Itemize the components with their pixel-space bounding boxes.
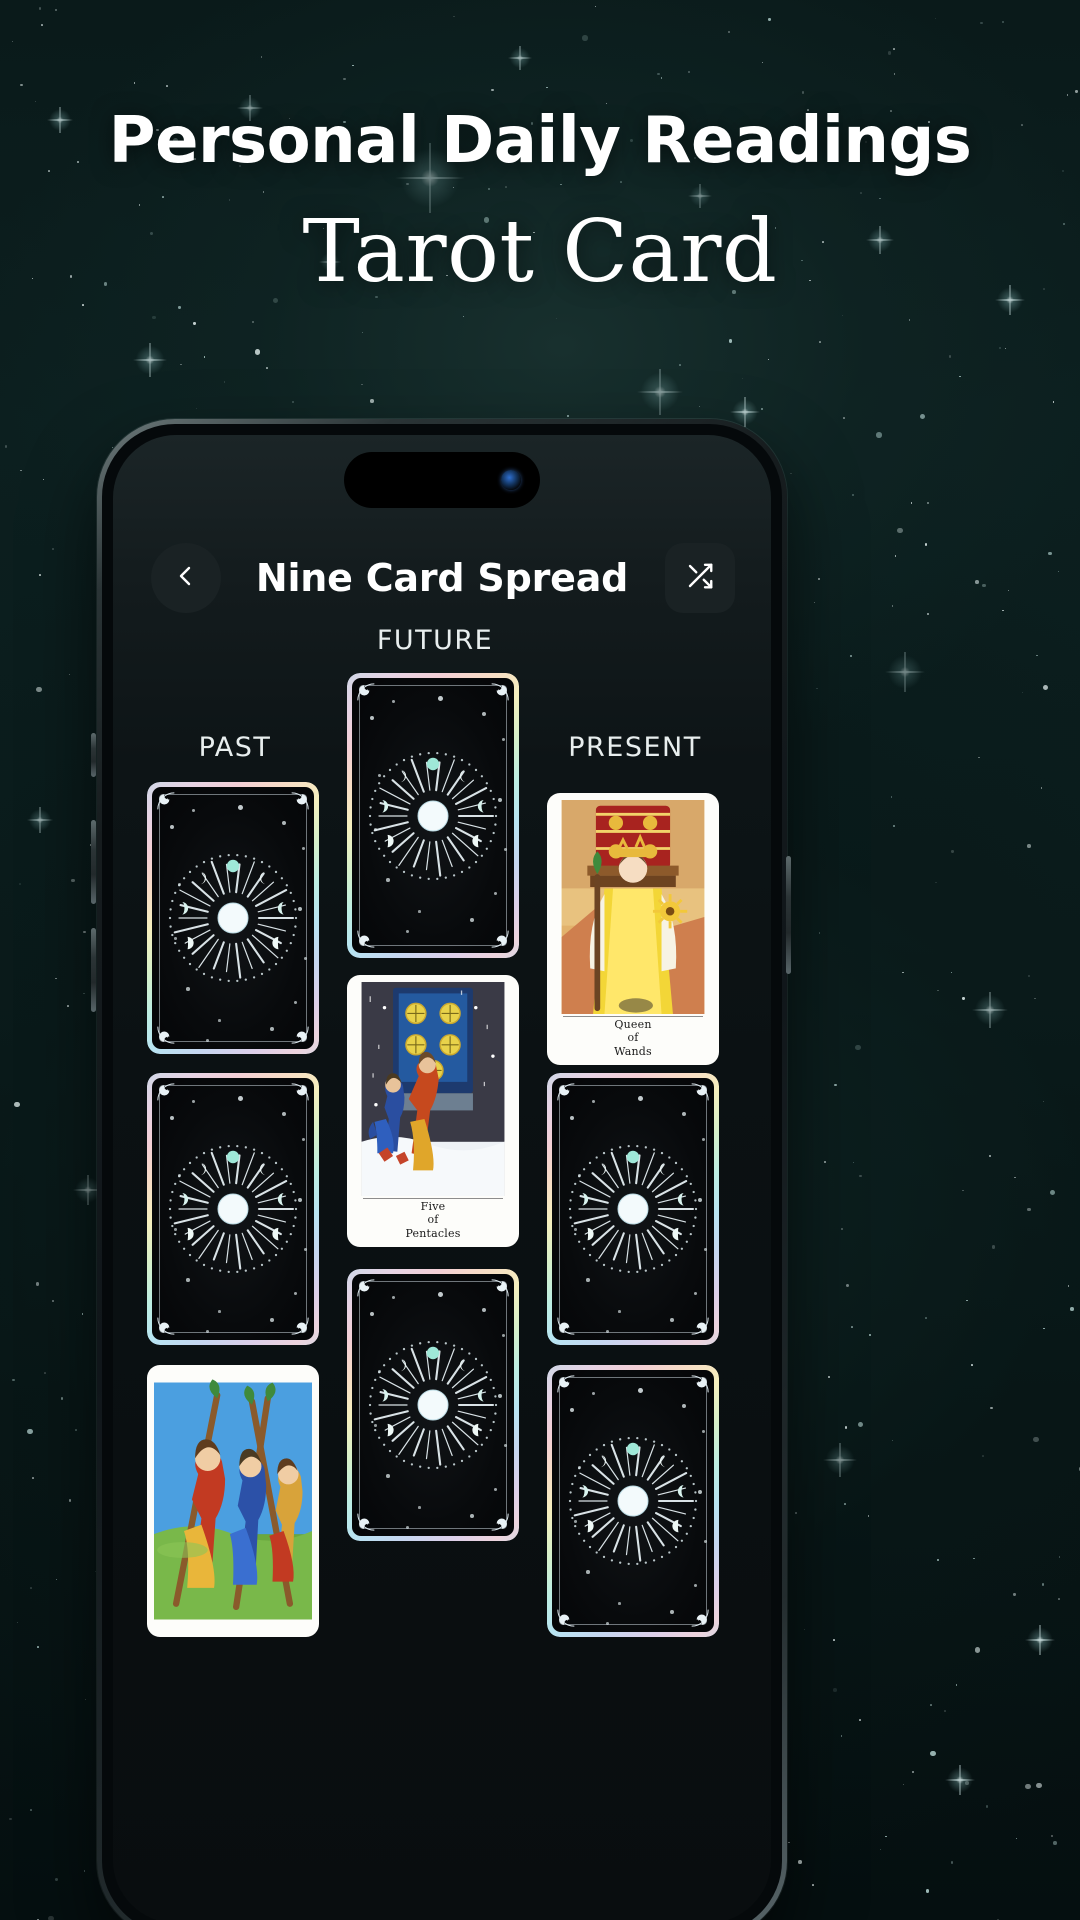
card-corner-ornament-icon — [688, 1314, 710, 1336]
card-divider — [563, 1016, 702, 1017]
phone-mockup: Nine Card Spread FUTURE PAST PRESENT Que… — [97, 419, 787, 1920]
card-corner-ornament-icon — [356, 927, 378, 949]
card-illustration — [354, 982, 512, 1196]
card-corner-ornament-icon — [288, 1023, 310, 1045]
sun-moon-emblem-icon — [563, 1139, 703, 1279]
tarot-card-past-1[interactable] — [147, 782, 319, 1054]
card-name-line2: of — [627, 1031, 638, 1044]
tarot-card-center-2[interactable]: Five of Pentacles — [347, 975, 519, 1247]
card-back-art — [352, 678, 514, 953]
card-corner-ornament-icon — [688, 1082, 710, 1104]
card-name-line3: Wands — [614, 1045, 652, 1058]
column-label-present: PRESENT — [535, 732, 735, 763]
card-face: Queen of Wands — [547, 793, 719, 1065]
tarot-card-present-3[interactable] — [547, 1365, 719, 1637]
card-corner-ornament-icon — [356, 1510, 378, 1532]
phone-screen: Nine Card Spread FUTURE PAST PRESENT Que… — [113, 435, 771, 1920]
card-corner-ornament-icon — [356, 682, 378, 704]
front-camera-icon — [501, 470, 521, 490]
card-face — [147, 1365, 319, 1637]
card-corner-ornament-icon — [488, 1510, 510, 1532]
card-corner-ornament-icon — [488, 682, 510, 704]
tarot-card-future-1[interactable] — [347, 673, 519, 958]
card-name: Five of Pentacles — [354, 1200, 512, 1240]
tarot-card-present-2[interactable] — [547, 1073, 719, 1345]
card-holo-border — [147, 1073, 319, 1345]
card-corner-ornament-icon — [156, 1082, 178, 1104]
phone-silence-switch[interactable] — [91, 733, 96, 777]
dynamic-island — [344, 452, 540, 508]
card-corner-ornament-icon — [488, 1278, 510, 1300]
card-corner-ornament-icon — [288, 791, 310, 813]
sun-moon-emblem-icon — [363, 1335, 503, 1475]
sun-moon-emblem-icon — [163, 1139, 303, 1279]
card-name: Queen of Wands — [554, 1018, 712, 1058]
card-corner-ornament-icon — [556, 1606, 578, 1628]
promo-headline: Personal Daily Readings — [0, 108, 1080, 175]
promo-screenshot: Personal Daily Readings Tarot Card Nine … — [0, 0, 1080, 1920]
card-corner-ornament-icon — [156, 1023, 178, 1045]
card-back-art — [152, 787, 314, 1049]
card-corner-ornament-icon — [288, 1314, 310, 1336]
card-back-art — [152, 1078, 314, 1340]
card-corner-ornament-icon — [356, 1278, 378, 1300]
card-name-line3: Pentacles — [405, 1227, 460, 1240]
card-back-art — [352, 1274, 514, 1536]
shuffle-button[interactable] — [665, 543, 735, 613]
card-holo-border — [147, 782, 319, 1054]
card-corner-ornament-icon — [156, 1314, 178, 1336]
app-navbar: Nine Card Spread — [113, 543, 771, 615]
tarot-card-past-3[interactable] — [147, 1365, 319, 1637]
card-back-art — [552, 1078, 714, 1340]
tarot-card-center-3[interactable] — [347, 1269, 519, 1541]
phone-bezel: Nine Card Spread FUTURE PAST PRESENT Que… — [102, 424, 782, 1920]
card-corner-ornament-icon — [556, 1314, 578, 1336]
card-name-line1: Queen — [614, 1018, 651, 1031]
card-holo-border — [347, 1269, 519, 1541]
column-label-future: FUTURE — [335, 625, 535, 656]
promo-text-block: Personal Daily Readings Tarot Card — [0, 108, 1080, 297]
tarot-card-past-2[interactable] — [147, 1073, 319, 1345]
phone-power-button[interactable] — [786, 856, 791, 974]
card-back-art — [552, 1370, 714, 1632]
shuffle-icon — [685, 561, 715, 596]
card-corner-ornament-icon — [156, 791, 178, 813]
column-label-past: PAST — [135, 732, 335, 763]
card-illustration — [554, 800, 712, 1014]
card-corner-ornament-icon — [556, 1374, 578, 1396]
card-corner-ornament-icon — [688, 1374, 710, 1396]
card-face: Five of Pentacles — [347, 975, 519, 1247]
card-holo-border — [347, 673, 519, 958]
card-corner-ornament-icon — [556, 1082, 578, 1104]
nine-card-spread: FUTURE PAST PRESENT Queen of Wands Five … — [113, 625, 771, 1920]
card-holo-border — [547, 1073, 719, 1345]
phone-volume-down-button[interactable] — [91, 928, 96, 1012]
card-corner-ornament-icon — [688, 1606, 710, 1628]
card-holo-border — [547, 1365, 719, 1637]
card-illustration — [154, 1372, 312, 1630]
card-divider — [363, 1198, 502, 1199]
card-corner-ornament-icon — [288, 1082, 310, 1104]
card-name-line1: Five — [421, 1200, 446, 1213]
phone-volume-up-button[interactable] — [91, 820, 96, 904]
card-name-line2: of — [427, 1213, 438, 1226]
card-corner-ornament-icon — [488, 927, 510, 949]
tarot-card-present-1[interactable]: Queen of Wands — [547, 793, 719, 1065]
sun-moon-emblem-icon — [563, 1431, 703, 1571]
sun-moon-emblem-icon — [363, 746, 503, 886]
promo-subheadline: Tarot Card — [0, 209, 1080, 297]
sun-moon-emblem-icon — [163, 848, 303, 988]
